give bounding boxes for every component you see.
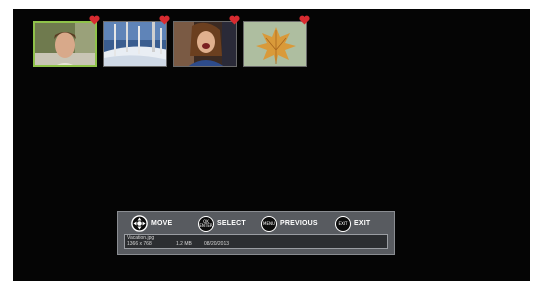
previous-label: PREVIOUS (280, 220, 318, 227)
dpad-icon (131, 215, 148, 232)
file-info-box: Vacation.jpg 1366 x 768 1.2 MB 08/20/201… (124, 234, 388, 249)
exit-control[interactable]: EXIT EXIT (335, 215, 370, 232)
exit-label: EXIT (354, 220, 371, 227)
ok-enter-button-icon: OK ENTER (198, 215, 214, 232)
file-size: 1.2 MB (176, 241, 192, 247)
thumbnail-photo-young-man[interactable] (33, 21, 97, 67)
file-resolution: 1366 x 768 (127, 241, 152, 247)
thumbnail-photo-snowy-forest[interactable] (103, 21, 167, 67)
favorite-heart-icon (299, 15, 310, 25)
move-label: MOVE (151, 220, 173, 227)
tv-screen: MOVE OK ENTER SELECT MENU PREVIOUS EXIT E… (13, 9, 530, 281)
move-control[interactable]: MOVE (131, 215, 172, 232)
menu-button-icon: MENU (261, 215, 277, 232)
thumbnail-photo-autumn-leaf[interactable] (243, 21, 307, 67)
favorite-heart-icon (89, 15, 100, 25)
previous-control[interactable]: MENU PREVIOUS (261, 215, 318, 232)
photo-laughing-woman (174, 22, 236, 66)
exit-button-icon: EXIT (335, 215, 351, 232)
photo-young-man (35, 23, 95, 65)
select-label: SELECT (217, 220, 246, 227)
file-date: 08/20/2013 (204, 241, 230, 247)
photo-autumn-leaf (244, 22, 306, 66)
thumbnail-photo-laughing-woman[interactable] (173, 21, 237, 67)
favorite-heart-icon (159, 15, 170, 25)
favorite-heart-icon (229, 15, 240, 25)
select-control[interactable]: OK ENTER SELECT (198, 215, 246, 232)
photo-snowy-forest (104, 22, 166, 66)
remote-control-help-panel: MOVE OK ENTER SELECT MENU PREVIOUS EXIT E… (117, 211, 395, 255)
